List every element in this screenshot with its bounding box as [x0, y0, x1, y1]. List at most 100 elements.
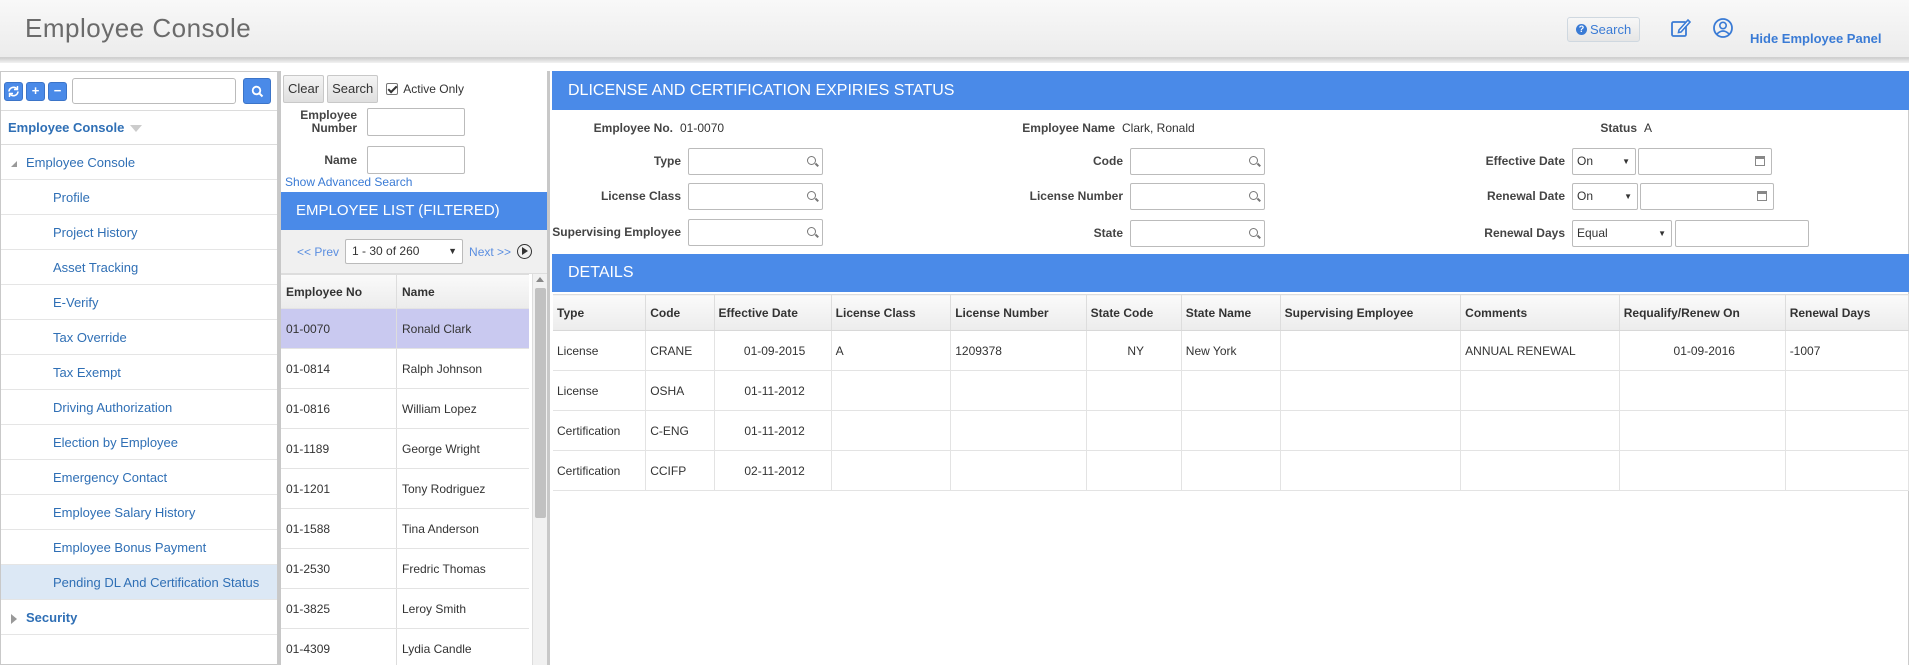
details-row[interactable]: Certification CCIFP 02-11-2012 — [553, 450, 1909, 491]
active-only-checkbox[interactable] — [386, 83, 399, 95]
details-row[interactable]: License OSHA 01-11-2012 — [553, 370, 1909, 411]
details-column-header[interactable]: Comments — [1460, 294, 1620, 331]
magnifier-icon[interactable] — [807, 227, 816, 236]
search-button[interactable]: Search — [327, 75, 379, 103]
page-range-select[interactable]: 1 - 30 of 260 — [345, 239, 464, 264]
tree-item[interactable]: Pending DL And Certification Status — [1, 565, 277, 600]
employee-row[interactable]: 01-0814 Ralph Johnson — [281, 349, 529, 389]
tree-search-input[interactable] — [72, 78, 236, 104]
employee-row[interactable]: 01-2530 Fredric Thomas — [281, 549, 529, 589]
supervising-employee-lookup-input[interactable] — [688, 219, 823, 246]
employee-number-input[interactable] — [367, 108, 465, 136]
tree-item[interactable]: Tax Exempt — [1, 355, 277, 390]
tree-item[interactable]: Asset Tracking — [1, 250, 277, 285]
section-title: DLICENSE AND CERTIFICATION EXPIRIES STAT… — [552, 71, 1909, 110]
tree-item[interactable]: Tax Override — [1, 320, 277, 355]
details-column-header[interactable]: Effective Date — [714, 294, 832, 331]
effective-date-operator-select[interactable]: On — [1572, 148, 1636, 175]
employee-row[interactable]: 01-3825 Leroy Smith — [281, 589, 529, 629]
calendar-icon[interactable] — [1757, 191, 1767, 201]
employee-row[interactable]: 01-0070 Ronald Clark — [281, 309, 529, 349]
search-icon — [251, 85, 263, 97]
employee-row[interactable]: 01-1189 George Wright — [281, 429, 529, 469]
effective-date-input[interactable] — [1638, 148, 1772, 175]
details-table-body: License CRANE 01-09-2015 A 1209378 NY New York… — [553, 330, 1909, 491]
next-page-link[interactable]: Next >> — [469, 245, 511, 259]
details-cell — [1181, 370, 1281, 411]
name-input[interactable] — [367, 146, 465, 174]
details-column-header[interactable]: License Number — [950, 294, 1087, 331]
renewal-days-input[interactable] — [1675, 220, 1809, 247]
details-column-header[interactable]: Requalify/Renew On — [1619, 294, 1786, 331]
employee-no-cell: 01-2530 — [281, 549, 397, 588]
column-header-name[interactable]: Name — [397, 275, 529, 308]
tree-item[interactable]: Employee Bonus Payment — [1, 530, 277, 565]
tree-item[interactable]: Driving Authorization — [1, 390, 277, 425]
details-column-header[interactable]: Supervising Employee — [1280, 294, 1462, 331]
column-header-employee-no[interactable]: Employee No — [281, 275, 397, 308]
hide-employee-panel-link[interactable]: Hide Employee Panel — [1750, 31, 1882, 46]
employee-name-cell: Lydia Candle — [402, 641, 472, 656]
details-column-header[interactable]: License Class — [831, 294, 952, 331]
tree-item[interactable]: Election by Employee — [1, 425, 277, 460]
console-dropdown[interactable]: Employee Console — [1, 111, 277, 145]
play-circle-icon[interactable] — [517, 244, 533, 259]
details-column-header[interactable]: Renewal Days — [1785, 294, 1909, 331]
plus-icon[interactable]: + — [26, 81, 45, 101]
details-column-header[interactable]: State Code — [1086, 294, 1182, 331]
renewal-date-operator-select[interactable]: On — [1572, 183, 1638, 210]
type-lookup-input[interactable] — [688, 148, 823, 175]
tree-item[interactable]: Profile — [1, 180, 277, 215]
tree-item[interactable]: Employee Salary History — [1, 495, 277, 530]
details-cell: A — [831, 330, 952, 371]
magnifier-icon[interactable] — [1249, 156, 1258, 165]
details-column-header[interactable]: Type — [553, 294, 647, 331]
details-column-header[interactable]: State Name — [1181, 294, 1281, 331]
details-column-header[interactable]: Code — [645, 294, 715, 331]
license-status-panel: DLICENSE AND CERTIFICATION EXPIRIES STAT… — [552, 71, 1909, 665]
panel-divider-2[interactable] — [547, 71, 550, 665]
magnifier-icon[interactable] — [807, 191, 816, 200]
employee-row[interactable]: 01-4309 Lydia Candle — [281, 629, 529, 665]
calendar-icon[interactable] — [1755, 156, 1765, 166]
details-cell — [1280, 450, 1462, 491]
employee-no-cell: 01-1588 — [281, 509, 397, 548]
tree-item[interactable]: Emergency Contact — [1, 460, 277, 495]
tree-root-security[interactable]: Security — [1, 600, 277, 635]
code-lookup-input[interactable] — [1130, 148, 1265, 175]
employee-row[interactable]: 01-0816 William Lopez — [281, 389, 529, 429]
scrollbar-thumb[interactable] — [535, 288, 546, 518]
help-search-button[interactable]: ? Search — [1567, 17, 1641, 42]
details-cell — [1086, 410, 1182, 451]
scroll-up-arrow-icon[interactable] — [536, 277, 544, 282]
magnifier-icon[interactable] — [807, 156, 816, 165]
tree-item[interactable]: E-Verify — [1, 285, 277, 320]
details-cell — [1086, 450, 1182, 491]
code-label: Code — [1093, 154, 1123, 168]
magnifier-icon[interactable] — [1249, 228, 1258, 237]
prev-page-link[interactable]: << Prev — [297, 245, 339, 259]
user-icon[interactable] — [1712, 17, 1734, 39]
employee-row[interactable]: 01-1588 Tina Anderson — [281, 509, 529, 549]
details-cell: 01-09-2015 — [714, 330, 832, 371]
employee-list-scrollbar[interactable] — [532, 274, 547, 665]
show-advanced-search-link[interactable]: Show Advanced Search — [285, 175, 412, 189]
license-number-lookup-input[interactable] — [1130, 183, 1265, 210]
tree-item[interactable]: Project History — [1, 215, 277, 250]
tree-root-employee-console[interactable]: Employee Console — [1, 145, 277, 180]
employee-row[interactable]: 01-1201 Tony Rodriguez — [281, 469, 529, 509]
state-lookup-input[interactable] — [1130, 220, 1265, 247]
magnifier-icon[interactable] — [1249, 191, 1258, 200]
renewal-date-input[interactable] — [1640, 183, 1774, 210]
details-cell — [1785, 450, 1909, 491]
license-class-lookup-input[interactable] — [688, 183, 823, 210]
details-row[interactable]: Certification C-ENG 01-11-2012 — [553, 410, 1909, 451]
refresh-icon[interactable] — [4, 81, 23, 101]
details-row[interactable]: License CRANE 01-09-2015 A 1209378 NY New York… — [553, 330, 1909, 371]
clear-button[interactable]: Clear — [283, 75, 325, 103]
renewal-days-operator-select[interactable]: Equal — [1572, 220, 1672, 247]
edit-icon[interactable] — [1670, 17, 1692, 39]
renewal-date-label: Renewal Date — [1486, 189, 1565, 203]
minus-icon[interactable]: − — [48, 81, 67, 101]
tree-search-button[interactable] — [243, 78, 271, 104]
